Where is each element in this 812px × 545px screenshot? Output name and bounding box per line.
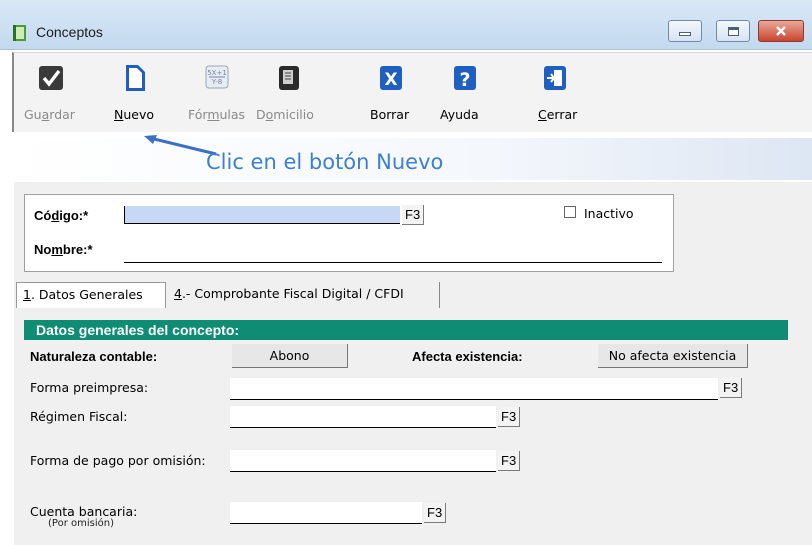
svg-text:?: ? [459, 69, 470, 91]
delete-x-icon: X [380, 66, 402, 90]
forma-pago-label: Forma de pago por omisión: [30, 453, 206, 468]
tab-comprobante-fiscal[interactable]: 4.- Comprobante Fiscal Digital / CFDI [168, 282, 440, 308]
maximize-button[interactable] [716, 20, 750, 42]
exit-door-icon [544, 66, 566, 90]
formulas-button[interactable]: 5X+1 Y-8 Fórmulas [188, 63, 250, 129]
cerrar-button[interactable]: Cerrar [538, 63, 586, 129]
cuenta-bancaria-input[interactable] [230, 502, 422, 524]
afecta-existencia-value-button[interactable]: No afecta existencia [598, 344, 748, 368]
naturaleza-label: Naturaleza contable: [30, 349, 158, 364]
callout-text: Clic en el botón Nuevo [206, 150, 444, 174]
forma-preimpresa-input[interactable] [230, 378, 718, 400]
address-book-icon [279, 66, 299, 90]
regimen-fiscal-label: Régimen Fiscal: [30, 409, 128, 424]
inactivo-label: Inactivo [584, 206, 634, 221]
cuenta-bancaria-f3-button[interactable]: F3 [424, 503, 447, 523]
domicilio-button[interactable]: Domicilio [256, 63, 324, 129]
close-icon [776, 26, 786, 36]
codigo-label: Código:* [34, 208, 89, 223]
cuenta-bancaria-label: Cuenta bancaria: [30, 504, 138, 519]
window-title: Conceptos [36, 24, 103, 40]
guardar-button[interactable]: Guardar [24, 63, 78, 129]
formula-icon: 5X+1 Y-8 [205, 65, 229, 89]
title-bar: Conceptos [0, 0, 812, 50]
tab-datos-generales[interactable]: 1. Datos Generales [16, 282, 166, 308]
afecta-existencia-label: Afecta existencia: [412, 349, 523, 364]
nombre-label: Nombre:* [34, 242, 93, 257]
borrar-button[interactable]: X Borrar [370, 63, 420, 129]
codigo-f3-button[interactable]: F3 [402, 205, 425, 225]
app-book-icon [13, 25, 26, 41]
nombre-input[interactable] [124, 262, 662, 263]
svg-text:X: X [384, 70, 397, 90]
cuenta-bancaria-sublabel: (Por omisión) [48, 518, 114, 529]
codigo-input[interactable] [124, 206, 400, 224]
inactivo-checkbox[interactable] [564, 206, 576, 218]
close-button[interactable] [758, 20, 804, 42]
help-icon: ? [454, 66, 476, 91]
svg-text:Y-8: Y-8 [211, 78, 222, 86]
maximize-icon [727, 26, 739, 36]
nuevo-button[interactable]: Nuevo [114, 63, 160, 129]
new-document-icon [126, 65, 145, 91]
forma-pago-f3-button[interactable]: F3 [498, 451, 521, 471]
toolbar: Guardar Nuevo 5X+1 Y-8 Fórmulas Domicili… [12, 52, 812, 132]
minimize-icon [679, 32, 691, 36]
ayuda-button[interactable]: ? Ayuda [440, 63, 490, 129]
section-title: Datos generales del concepto: [24, 320, 788, 340]
svg-text:5X+1: 5X+1 [207, 69, 227, 77]
forma-pago-input[interactable] [230, 450, 496, 472]
forma-preimpresa-label: Forma preimpresa: [30, 380, 149, 395]
forma-preimpresa-f3-button[interactable]: F3 [720, 378, 743, 398]
regimen-fiscal-f3-button[interactable]: F3 [498, 407, 521, 427]
naturaleza-value-button[interactable]: Abono [232, 344, 348, 368]
minimize-button[interactable] [668, 20, 702, 42]
checkmark-icon [39, 66, 63, 90]
regimen-fiscal-input[interactable] [230, 406, 496, 428]
